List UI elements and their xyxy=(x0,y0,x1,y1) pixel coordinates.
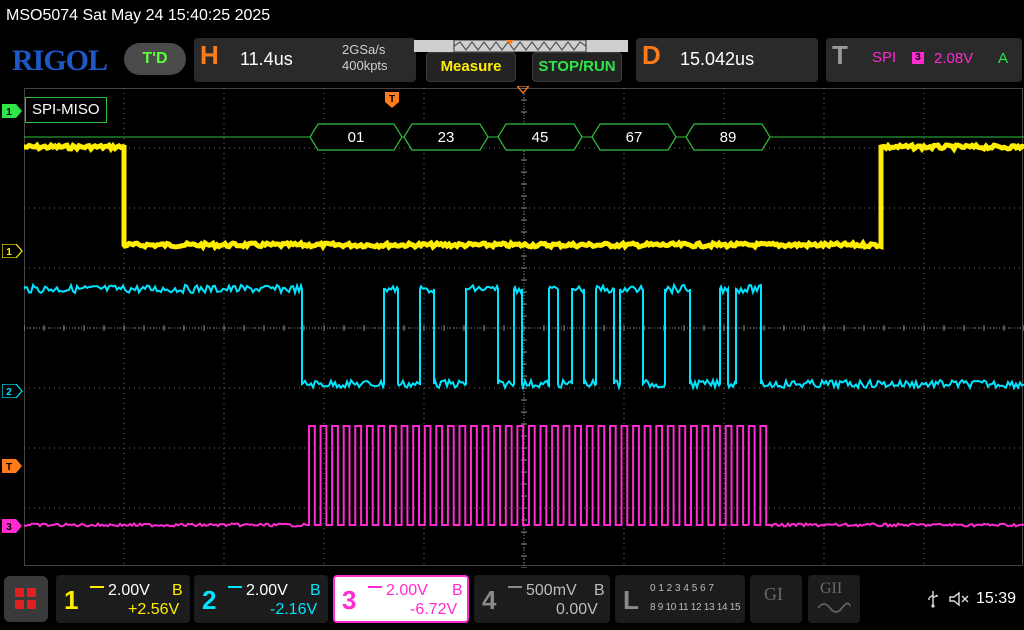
ch3-ground-marker[interactable]: 3 xyxy=(2,519,24,533)
trigger-settings[interactable] xyxy=(826,38,1022,82)
dc-coupling-icon xyxy=(368,586,382,594)
ch2-trace xyxy=(24,282,1024,391)
ch1-bw: B xyxy=(172,582,183,599)
ch4-offset: 0.00V xyxy=(556,601,598,618)
memory-overview-graphic xyxy=(414,39,628,53)
logic-label: L xyxy=(623,585,639,615)
grid-menu-icon xyxy=(15,588,36,609)
decode-value: 67 xyxy=(626,129,643,146)
delay-value: 15.042us xyxy=(680,49,755,69)
decode-label: SPI-MISO xyxy=(25,97,107,123)
title-bar: MSO5074 Sat May 24 15:40:25 2025 xyxy=(0,0,1024,34)
ch1-ground-marker[interactable]: 1 xyxy=(2,244,24,258)
ch3-bw: B xyxy=(452,582,463,599)
spi-decode-bus: 01 23 45 67 89 xyxy=(24,123,1024,151)
trigger-type: SPI xyxy=(872,49,897,66)
ch4-number: 4 xyxy=(482,585,497,615)
svg-text:2: 2 xyxy=(6,387,12,398)
memory-overview xyxy=(414,39,628,53)
system-clock: 15:39 xyxy=(976,590,1017,607)
ch4-bw: B xyxy=(594,582,605,599)
logic-channels-high: 8 9 10 11 12 13 14 15 xyxy=(650,602,741,613)
trigger-channel-badge: 3 xyxy=(912,52,924,64)
ch3-trace xyxy=(24,425,1024,529)
ch2-bw: B xyxy=(310,582,321,599)
window-title: MSO5074 Sat May 24 15:40:25 2025 xyxy=(6,7,271,24)
speaker-muted-icon[interactable] xyxy=(948,590,970,608)
menu-button[interactable] xyxy=(4,576,48,622)
ch2-scale: 2.00V xyxy=(246,582,288,599)
ch2-ground-marker[interactable]: 2 xyxy=(2,384,24,398)
timebase-value: 11.4us xyxy=(240,49,293,69)
sample-rate: 2GSa/s xyxy=(342,42,386,57)
decode-value: 89 xyxy=(720,129,737,146)
trigger-label: T xyxy=(832,40,848,70)
svg-text:1: 1 xyxy=(6,247,12,258)
ch1-offset: +2.56V xyxy=(128,601,180,618)
trigger-level: 2.08V xyxy=(934,50,974,67)
decode-value: 23 xyxy=(438,129,455,146)
ch3-scale: 2.00V xyxy=(386,582,428,599)
ch4-scale: 500mV xyxy=(526,582,577,599)
ch2-offset: -2.16V xyxy=(270,601,318,618)
generator-1-label: GI xyxy=(764,584,783,604)
trigger-position-letter: T xyxy=(389,94,395,105)
stop-run-button[interactable]: STOP/RUN xyxy=(532,52,622,82)
waveform-display[interactable]: 01 23 45 67 89 xyxy=(24,88,1024,568)
memory-depth: 400kpts xyxy=(342,58,388,73)
generator-2-label: GII xyxy=(820,580,843,597)
trigger-mode: A xyxy=(998,50,1009,67)
svg-text:1: 1 xyxy=(6,107,12,118)
logic-channels-low: 0 1 2 3 4 5 6 7 xyxy=(650,583,714,594)
ch1-number: 1 xyxy=(64,585,79,615)
usb-icon xyxy=(928,591,938,608)
delay-label: D xyxy=(642,40,661,70)
decode-marker[interactable]: 1 xyxy=(2,104,24,118)
trigger-level-marker[interactable]: T xyxy=(2,459,24,473)
trigger-position-marker[interactable]: T xyxy=(385,92,399,108)
svg-text:3: 3 xyxy=(6,522,12,533)
horizontal-label: H xyxy=(200,40,219,70)
ch3-number: 3 xyxy=(342,585,357,615)
ch3-offset: -6.72V xyxy=(410,601,458,618)
sine-wave-icon xyxy=(817,602,851,613)
trigger-status-badge: T'D xyxy=(124,43,186,75)
decode-value: 01 xyxy=(348,129,365,146)
brand-logo: RIGOL xyxy=(12,44,108,77)
decode-value: 45 xyxy=(532,129,549,146)
ch1-scale: 2.00V xyxy=(108,582,150,599)
dc-coupling-icon xyxy=(90,586,104,594)
svg-text:T: T xyxy=(6,462,12,473)
center-marker xyxy=(517,86,529,94)
dc-coupling-icon xyxy=(508,586,522,594)
dc-coupling-icon xyxy=(228,586,242,594)
measure-button[interactable]: Measure xyxy=(426,52,516,82)
ch2-number: 2 xyxy=(202,585,217,615)
